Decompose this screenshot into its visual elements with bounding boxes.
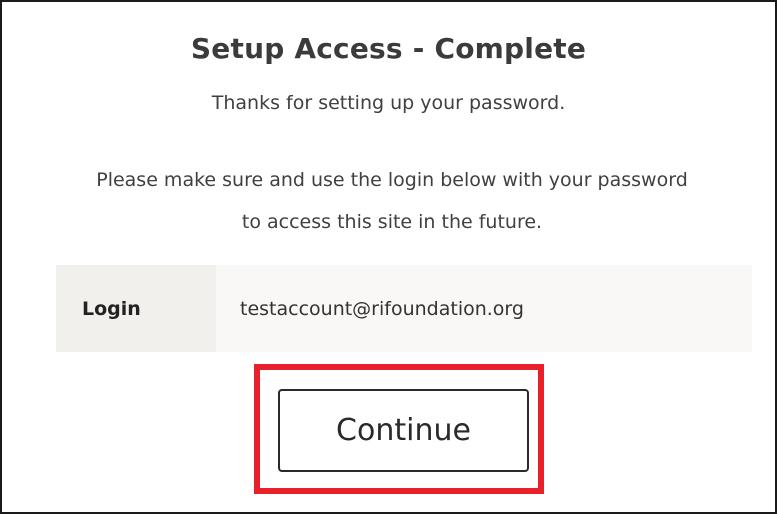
login-row: Login testaccount@rifoundation.org — [56, 265, 752, 352]
dialog-title: Setup Access - Complete — [190, 32, 587, 65]
setup-complete-dialog: Setup Access - Complete Thanks for setti… — [0, 0, 777, 514]
continue-button[interactable]: Continue — [278, 389, 529, 472]
login-value-cell: testaccount@rifoundation.org — [216, 265, 752, 352]
login-label: Login — [82, 297, 141, 320]
login-value: testaccount@rifoundation.org — [240, 297, 524, 320]
dialog-subtitle: Thanks for setting up your password. — [211, 92, 566, 114]
login-label-cell: Login — [56, 265, 216, 352]
dialog-message: Please make sure and use the login below… — [96, 169, 688, 233]
